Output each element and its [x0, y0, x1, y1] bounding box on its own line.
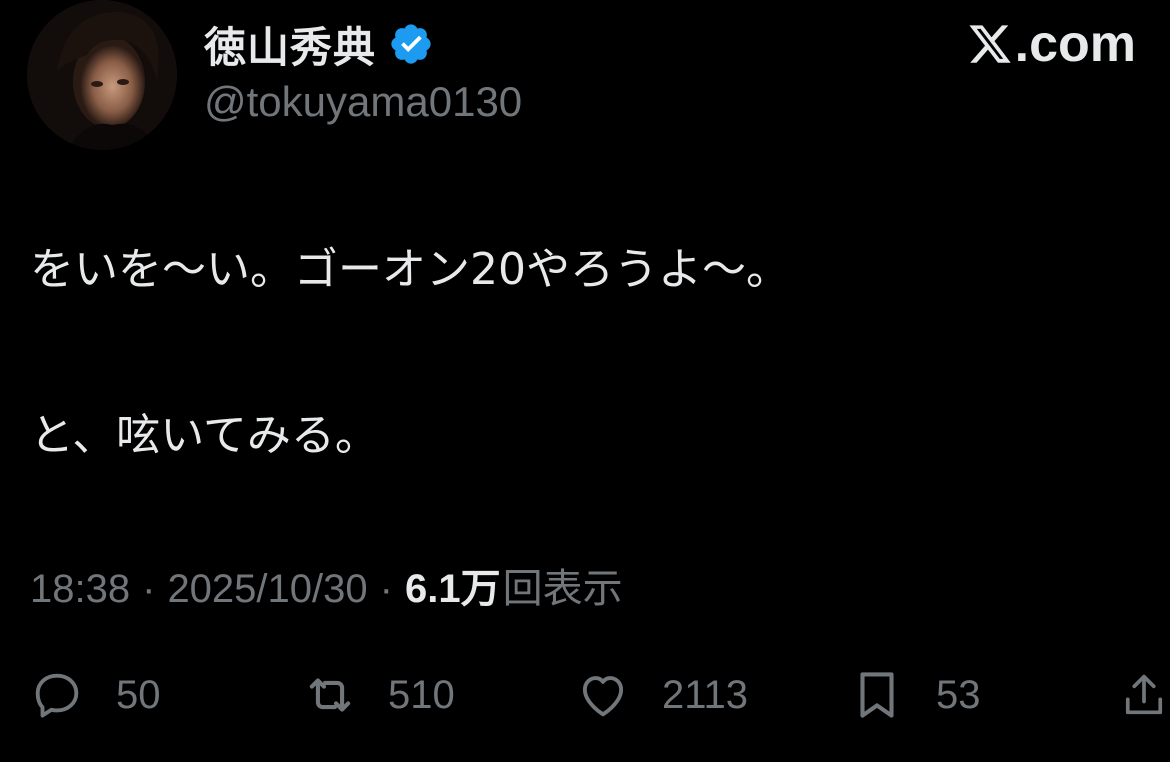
avatar-image [27, 0, 177, 150]
tweet-paragraph-gap [30, 300, 1140, 406]
views-unit: 万 [460, 567, 501, 611]
author-name-row[interactable]: 徳山秀典 [204, 14, 434, 74]
retweet-button[interactable]: 510 [298, 660, 455, 730]
display-name[interactable]: 徳山秀典 [204, 14, 376, 75]
meta-separator: · [379, 567, 393, 611]
reply-count: 50 [116, 672, 161, 717]
reply-icon [35, 673, 79, 718]
tweet-text: をいを〜い。ゴーオン20やろうよ〜。 と、呟いてみる。 [30, 240, 1140, 466]
brand-domain: .com [1014, 15, 1136, 73]
tweet-date[interactable]: 2025/10/30 [167, 567, 367, 612]
like-icon [582, 676, 624, 717]
action-bar: 50 510 2113 53 [0, 660, 1170, 730]
tweet-line-1: をいを〜い。ゴーオン20やろうよ〜。 [30, 244, 790, 295]
tweet-line-2: と、呟いてみる。 [30, 410, 379, 461]
bookmark-count: 53 [936, 672, 981, 717]
share-button[interactable] [1118, 660, 1170, 730]
share-icon [1125, 674, 1163, 715]
tweet-time[interactable]: 18:38 [30, 567, 130, 612]
x-logo-icon [969, 25, 1011, 63]
views-label: 回表示 [502, 567, 623, 611]
avatar[interactable] [27, 0, 177, 150]
tweet-meta: 18:38 · 2025/10/30 · 6.1 万 回表示 [30, 556, 623, 614]
verified-badge-icon [391, 24, 431, 64]
views-count: 6.1 [404, 567, 461, 611]
user-handle[interactable]: @tokuyama0130 [204, 78, 522, 126]
bookmark-icon [860, 672, 894, 718]
retweet-count: 510 [388, 672, 455, 717]
brand-logo: .com [967, 14, 1136, 74]
like-count: 2113 [662, 672, 749, 717]
meta-separator: · [142, 567, 156, 611]
reply-button[interactable]: 50 [28, 660, 161, 730]
retweet-icon [309, 678, 351, 712]
bookmark-button[interactable]: 53 [848, 660, 981, 730]
like-button[interactable]: 2113 [574, 660, 748, 730]
